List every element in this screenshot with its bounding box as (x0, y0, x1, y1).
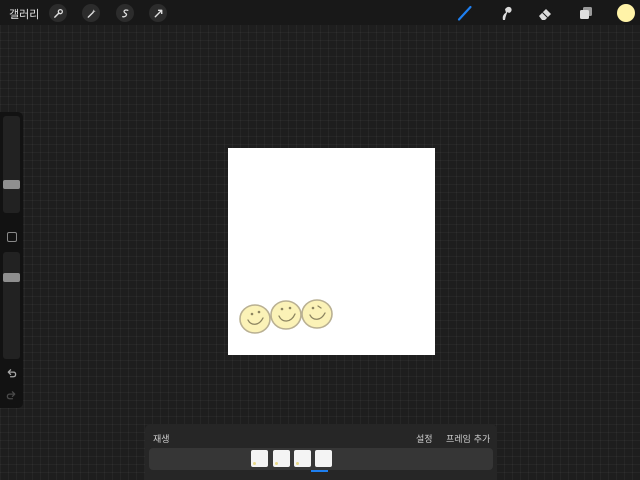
modify-button[interactable] (7, 232, 17, 242)
top-toolbar: 갤러리 (0, 0, 640, 25)
frame-content-dot (253, 462, 256, 465)
drawing-canvas[interactable] (228, 148, 435, 355)
smudge-icon[interactable] (495, 3, 517, 23)
selected-frame-indicator (311, 470, 328, 472)
add-frame-button[interactable]: 프레임 추가 (446, 432, 490, 445)
brush-sidebar (0, 112, 23, 408)
animation-timeline: 재생 설정 프레임 추가 (145, 424, 497, 480)
layers-icon[interactable] (575, 3, 597, 23)
brush-opacity-thumb[interactable] (3, 273, 20, 282)
brush-size-thumb[interactable] (3, 180, 20, 189)
settings-button[interactable]: 설정 (416, 432, 433, 445)
frame-content-dot (296, 462, 299, 465)
magic-wand-icon[interactable] (82, 4, 100, 22)
brush-size-slider[interactable] (3, 116, 20, 213)
eraser-icon[interactable] (534, 3, 556, 23)
frame-content-dot (275, 462, 278, 465)
selection-icon[interactable] (116, 4, 134, 22)
brush-icon[interactable] (454, 3, 476, 23)
frames-strip (149, 448, 493, 470)
color-picker-swatch[interactable] (617, 4, 635, 22)
smiley-drawing (239, 299, 333, 334)
wrench-icon[interactable] (49, 4, 67, 22)
redo-icon[interactable] (5, 389, 18, 402)
brush-opacity-slider[interactable] (3, 252, 20, 359)
frame-2[interactable] (273, 450, 290, 467)
smiley-face-2 (270, 300, 302, 330)
frame-3[interactable] (294, 450, 311, 467)
smiley-face-3 (301, 299, 333, 329)
frame-4[interactable] (315, 450, 332, 467)
undo-icon[interactable] (5, 367, 18, 380)
play-button[interactable]: 재생 (153, 432, 170, 445)
smiley-face-1 (239, 304, 271, 334)
gallery-button[interactable]: 갤러리 (9, 6, 39, 22)
transform-arrow-icon[interactable] (149, 4, 167, 22)
frame-1[interactable] (251, 450, 268, 467)
